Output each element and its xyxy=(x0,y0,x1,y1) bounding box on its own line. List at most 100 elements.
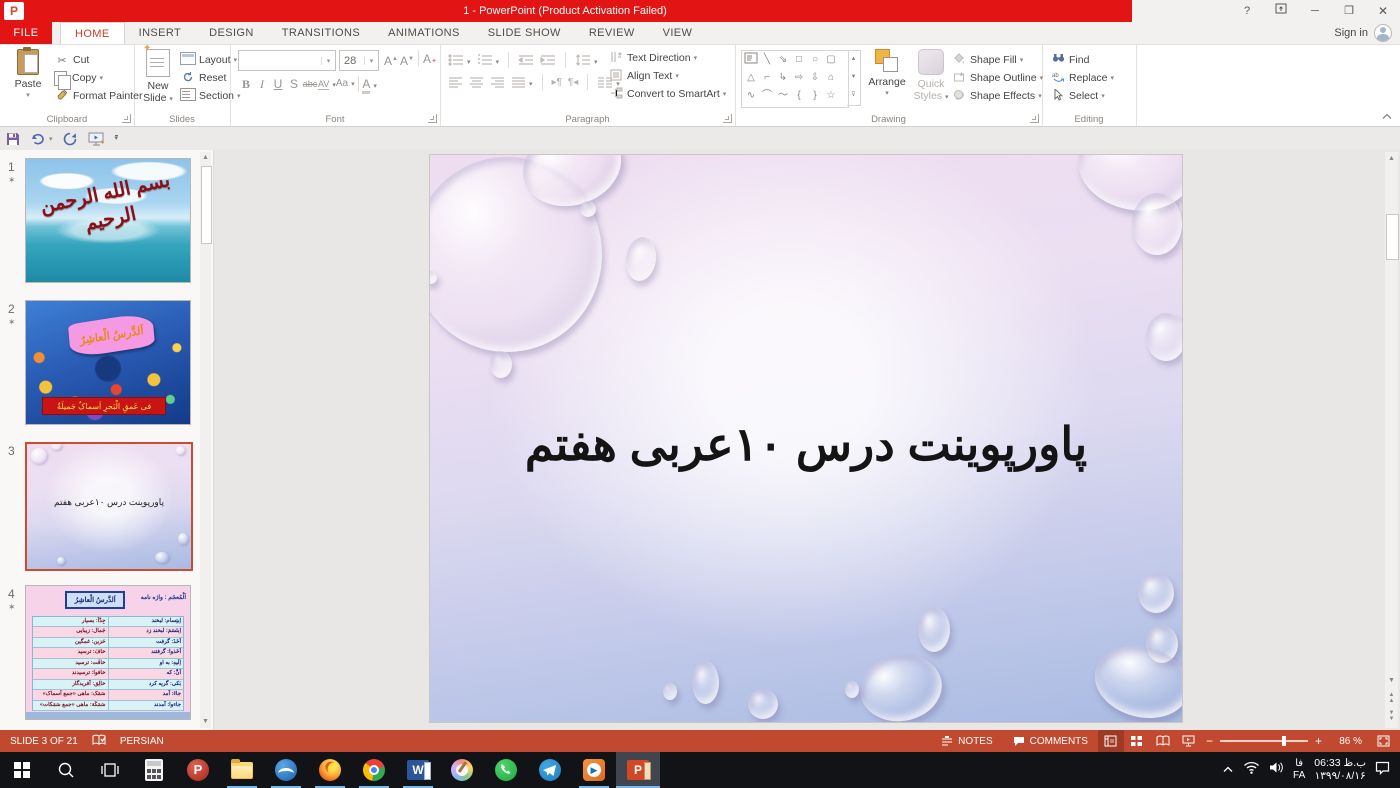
thumb-scroll-up-icon[interactable]: ▲ xyxy=(200,152,211,164)
rtl-direction-button[interactable]: ¶◂ xyxy=(568,77,578,88)
convert-smartart-button[interactable]: Convert to SmartArt▾ xyxy=(608,85,726,103)
font-size-combo[interactable]: 28▾ xyxy=(339,50,379,71)
drawing-dialog-launcher[interactable] xyxy=(1030,114,1039,123)
thumbnail-slide-2[interactable]: اَلدَّرسُ الْعاشِرُ فی عَمقِ الْبَحرِ اَ… xyxy=(25,300,191,425)
font-color-button[interactable]: A▾ xyxy=(362,75,378,93)
shape-outline-button[interactable]: Shape Outline▾ xyxy=(951,69,1043,87)
text-shadow-button[interactable]: S xyxy=(286,75,302,93)
taskbar-powerpoint-button[interactable]: P xyxy=(616,752,660,788)
tab-review[interactable]: REVIEW xyxy=(575,22,649,44)
paste-button[interactable]: Paste▾ xyxy=(4,48,52,102)
taskbar-file-explorer-button[interactable] xyxy=(220,752,264,788)
zoom-slider-thumb[interactable] xyxy=(1282,736,1286,746)
text-direction-button[interactable]: Text Direction▾ xyxy=(608,49,726,67)
character-spacing-button[interactable]: AV▾ xyxy=(318,75,336,93)
shape-triangle-icon[interactable]: △ xyxy=(743,70,759,86)
wifi-icon[interactable] xyxy=(1243,761,1260,779)
new-slide-button[interactable]: New Slide ▾ xyxy=(134,48,182,106)
sign-in[interactable]: Sign in xyxy=(1334,22,1392,44)
zoom-in-button[interactable]: + xyxy=(1315,730,1322,752)
previous-slide-button[interactable]: ▲▲ xyxy=(1385,692,1398,704)
cut-button[interactable]: ✂Cut xyxy=(54,51,142,69)
taskbar-whatsapp-button[interactable] xyxy=(484,752,528,788)
scroll-up-icon[interactable]: ▲ xyxy=(1385,152,1398,166)
shapes-scroll-down[interactable]: ▼ xyxy=(847,69,860,87)
taskbar-search-button[interactable] xyxy=(44,752,88,788)
language-switcher[interactable]: فا FA xyxy=(1293,758,1305,782)
slide-title-text[interactable]: پاورپوینت درس ۱۰عربی هفتم xyxy=(430,417,1182,471)
align-right-button[interactable] xyxy=(490,73,505,91)
line-spacing-button[interactable]: ▾ xyxy=(575,51,598,69)
shape-scribble-icon[interactable]: ∿ xyxy=(743,88,759,104)
align-left-button[interactable] xyxy=(448,73,463,91)
taskbar-telegram-button[interactable] xyxy=(528,752,572,788)
taskbar-calculator-button[interactable] xyxy=(132,752,176,788)
redo-button[interactable] xyxy=(63,132,78,146)
numbering-button[interactable]: ▾ xyxy=(477,51,500,69)
spell-check-icon[interactable] xyxy=(92,734,106,749)
save-button[interactable] xyxy=(6,132,20,146)
task-view-button[interactable] xyxy=(88,752,132,788)
taskbar-firefox-button[interactable] xyxy=(308,752,352,788)
shape-arrow-icon[interactable]: ⇘ xyxy=(775,52,791,68)
shape-elbow-icon[interactable]: ⌐ xyxy=(759,70,775,86)
paragraph-dialog-launcher[interactable] xyxy=(723,114,732,123)
main-scrollbar-thumb[interactable] xyxy=(1386,214,1399,260)
quick-styles-button[interactable]: Quick Styles ▾ xyxy=(907,48,955,104)
shapes-scroll-up[interactable]: ▲ xyxy=(847,51,860,69)
bold-button[interactable]: B xyxy=(238,75,254,93)
shape-right-brace-icon[interactable]: } xyxy=(807,88,823,104)
shape-curve-icon[interactable]: 〜 xyxy=(775,88,791,104)
arrange-button[interactable]: Arrange▾ xyxy=(863,48,911,100)
shape-oval-icon[interactable]: ○ xyxy=(807,52,823,68)
grow-font-button[interactable]: A▲ xyxy=(383,50,399,68)
shapes-more-button[interactable]: ⊽ xyxy=(847,87,860,105)
shape-right-arrow-icon[interactable]: ⇨ xyxy=(791,70,807,86)
undo-button[interactable]: ▾ xyxy=(30,132,53,145)
zoom-slider[interactable] xyxy=(1220,740,1308,742)
justify-button[interactable]: ▾ xyxy=(511,73,533,91)
taskbar-chrome-button[interactable] xyxy=(352,752,396,788)
shape-down-arrow-icon[interactable]: ⇩ xyxy=(807,70,823,86)
action-center-icon[interactable] xyxy=(1375,761,1390,780)
normal-view-button[interactable] xyxy=(1098,730,1124,752)
taskbar-media-player-button[interactable]: ▶ xyxy=(572,752,616,788)
notes-button[interactable]: NOTES xyxy=(931,730,1002,752)
select-button[interactable]: Select▾ xyxy=(1050,87,1114,105)
speaker-icon[interactable] xyxy=(1269,761,1284,779)
shape-line-icon[interactable]: ╲ xyxy=(759,52,775,68)
find-button[interactable]: Find xyxy=(1050,51,1114,69)
zoom-out-button[interactable]: − xyxy=(1206,730,1213,752)
tab-home[interactable]: HOME xyxy=(60,22,125,44)
strikethrough-button[interactable]: abc xyxy=(302,75,318,93)
hidden-icons-chevron[interactable] xyxy=(1222,761,1234,779)
shape-fill-button[interactable]: Shape Fill▾ xyxy=(951,51,1043,69)
shape-rounded-rectangle-icon[interactable]: ▢ xyxy=(823,52,839,68)
shape-arc-icon[interactable]: ⌒ xyxy=(759,88,775,104)
taskbar-paint-button[interactable] xyxy=(440,752,484,788)
collapse-ribbon-button[interactable] xyxy=(1382,112,1392,122)
change-case-button[interactable]: Aa▾ xyxy=(336,75,355,93)
format-painter-button[interactable]: Format Painter xyxy=(54,87,142,105)
clipboard-dialog-launcher[interactable] xyxy=(122,114,131,123)
close-button[interactable]: ✕ xyxy=(1366,0,1400,22)
tab-insert[interactable]: INSERT xyxy=(125,22,196,44)
comments-button[interactable]: COMMENTS xyxy=(1003,730,1098,752)
tab-view[interactable]: VIEW xyxy=(649,22,707,44)
scroll-down-icon[interactable]: ▼ xyxy=(1385,674,1398,688)
clock[interactable]: 06:33 ب.ظ ۱۳۹۹/۰۸/۱۶ xyxy=(1314,757,1366,783)
thumb-scroll-down-icon[interactable]: ▼ xyxy=(200,716,211,728)
underline-button[interactable]: U xyxy=(270,75,286,93)
shape-corner-icon[interactable]: ⌂ xyxy=(823,70,839,86)
shape-rectangle-icon[interactable]: □ xyxy=(791,52,807,68)
tab-file[interactable]: FILE xyxy=(0,22,52,44)
decrease-indent-button[interactable] xyxy=(518,51,534,69)
font-name-combo[interactable]: ▾ xyxy=(238,50,336,71)
taskbar-psiphon-button[interactable]: P xyxy=(176,752,220,788)
font-dialog-launcher[interactable] xyxy=(428,114,437,123)
copy-button[interactable]: Copy▾ xyxy=(54,69,142,87)
start-button[interactable] xyxy=(0,752,44,788)
shrink-font-button[interactable]: A▼ xyxy=(399,50,415,68)
taskbar-word-button[interactable]: W xyxy=(396,752,440,788)
align-center-button[interactable] xyxy=(469,73,484,91)
